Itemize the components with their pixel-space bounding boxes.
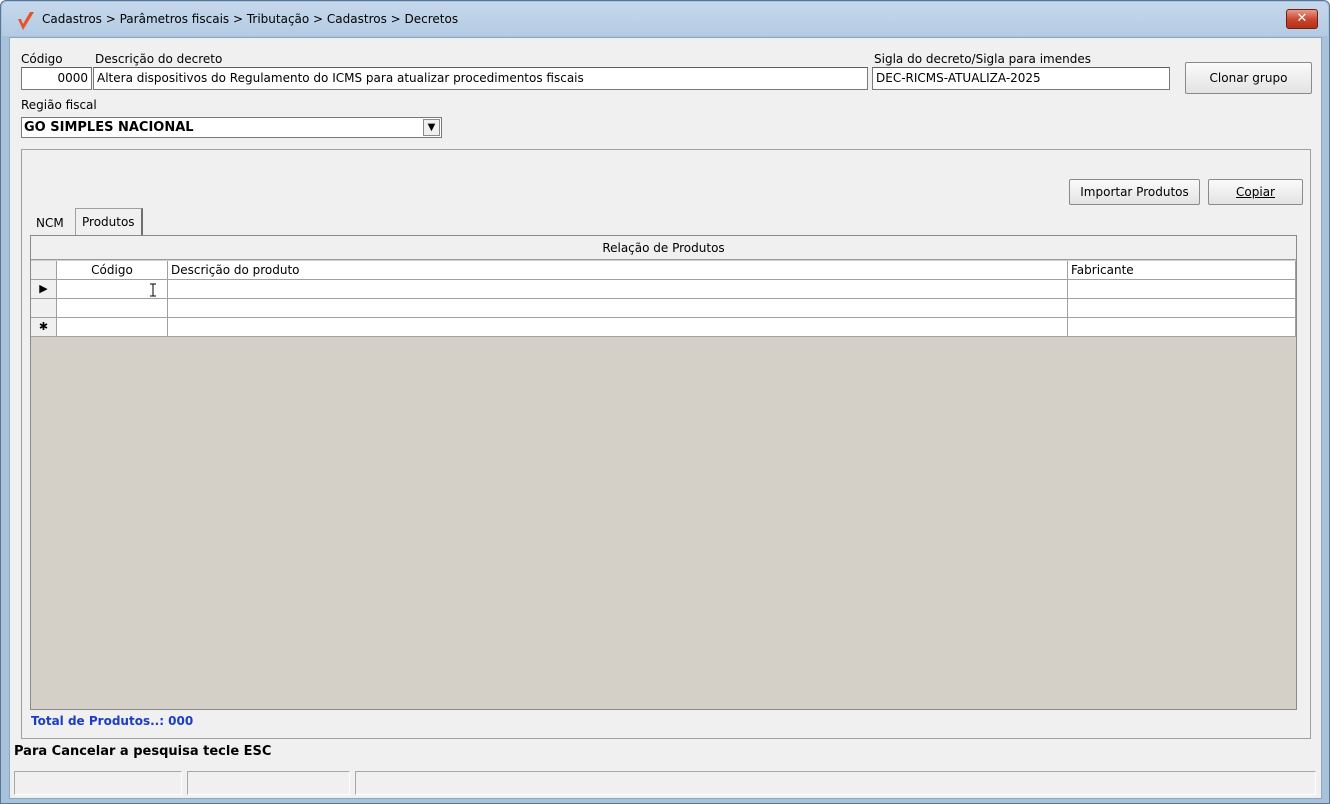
cell-fabricante[interactable] <box>1068 280 1296 299</box>
table-row[interactable]: ▶ <box>31 280 1296 299</box>
cell-codigo[interactable] <box>57 299 168 318</box>
cell-descricao[interactable] <box>168 299 1068 318</box>
descricao-label: Descrição do decreto <box>95 52 223 66</box>
status-bar <box>10 771 1321 797</box>
column-header-codigo[interactable]: Código <box>57 261 168 280</box>
status-pane <box>14 771 182 795</box>
cell-codigo[interactable] <box>57 318 168 337</box>
window-title: Cadastros > Parâmetros fiscais > Tributa… <box>42 12 459 26</box>
regiao-select[interactable]: GO SIMPLES NACIONAL ▼ <box>21 117 442 138</box>
tab-produtos[interactable]: Produtos <box>75 208 143 236</box>
title-bar[interactable]: Cadastros > Parâmetros fiscais > Tributa… <box>2 2 1328 36</box>
cell-fabricante[interactable] <box>1068 299 1296 318</box>
copiar-button[interactable]: Copiar <box>1208 179 1303 205</box>
codigo-label: Código <box>21 52 63 66</box>
status-pane <box>355 771 1316 795</box>
cell-descricao[interactable] <box>168 280 1068 299</box>
close-button[interactable]: ✕ <box>1286 9 1318 29</box>
sigla-field[interactable]: DEC-RICMS-ATUALIZA-2025 <box>872 67 1170 90</box>
status-pane <box>187 771 350 795</box>
sigla-label: Sigla do decreto/Sigla para imendes <box>874 52 1091 66</box>
column-header-descricao[interactable]: Descrição do produto <box>168 261 1068 280</box>
clonar-grupo-button[interactable]: Clonar grupo <box>1185 62 1312 94</box>
window-client-area: Código Descrição do decreto Sigla do dec… <box>9 37 1322 799</box>
total-produtos: Total de Produtos..: 000 <box>31 714 194 728</box>
app-logo-icon <box>18 12 34 30</box>
products-grid[interactable]: Relação de Produtos Código Descrição do … <box>30 235 1297 710</box>
regiao-selected-value: GO SIMPLES NACIONAL <box>24 120 194 135</box>
row-selector-header <box>31 261 57 280</box>
cancel-hint: Para Cancelar a pesquisa tecle ESC <box>14 744 272 759</box>
codigo-field[interactable]: 0000 <box>21 67 92 90</box>
text-cursor-icon <box>150 283 156 297</box>
cell-descricao[interactable] <box>168 318 1068 337</box>
column-header-fabricante[interactable]: Fabricante <box>1068 261 1296 280</box>
row-selector <box>31 299 57 318</box>
cell-fabricante[interactable] <box>1068 318 1296 337</box>
grid-caption: Relação de Produtos <box>31 236 1296 260</box>
table-row[interactable] <box>31 299 1296 318</box>
tab-ncm[interactable]: NCM <box>30 212 70 236</box>
current-row-indicator-icon: ▶ <box>31 280 57 299</box>
descricao-field[interactable]: Altera dispositivos do Regulamento do IC… <box>93 67 868 90</box>
regiao-label: Região fiscal <box>21 98 97 112</box>
new-row-icon: ✱ <box>31 318 57 337</box>
importar-produtos-button[interactable]: Importar Produtos <box>1069 179 1200 205</box>
table-row-new[interactable]: ✱ <box>31 318 1296 337</box>
app-window: Cadastros > Parâmetros fiscais > Tributa… <box>0 0 1330 804</box>
chevron-down-icon[interactable]: ▼ <box>423 119 440 136</box>
grid-header-row: Código Descrição do produto Fabricante <box>31 261 1296 280</box>
